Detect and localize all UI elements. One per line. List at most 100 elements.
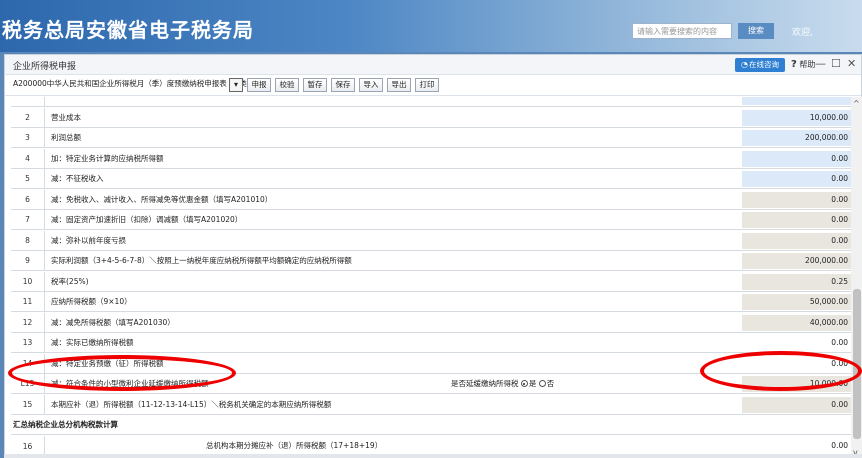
row-number: 13 bbox=[11, 333, 45, 353]
vertical-scrollbar[interactable]: ^ v bbox=[851, 97, 862, 458]
row-label: 营业成本 bbox=[51, 112, 81, 122]
row-value[interactable]: 10,000.00 bbox=[742, 376, 851, 392]
question-icon: ? bbox=[791, 59, 797, 70]
radio-yes[interactable] bbox=[520, 380, 528, 387]
table-row: 2 营业成本 10,000.00 bbox=[11, 107, 851, 128]
row-value[interactable]: 200,000.00 bbox=[742, 130, 851, 146]
online-consult-button[interactable]: ◔在线咨询 bbox=[735, 58, 785, 72]
row-value[interactable]: 0.00 bbox=[742, 232, 851, 249]
radio-no[interactable] bbox=[538, 380, 546, 387]
row-value[interactable]: 50,000.00 bbox=[742, 294, 851, 310]
scroll-up-icon[interactable]: ^ bbox=[853, 99, 860, 108]
row-number: 11 bbox=[11, 292, 45, 312]
row-number: 7 bbox=[11, 210, 45, 230]
row-label: 减：减免所得税额（填写A201030） bbox=[51, 317, 175, 327]
row-label: 应纳所得税额（9×10） bbox=[51, 297, 132, 306]
search-input[interactable]: 请输入需要搜索的内容 bbox=[632, 23, 732, 39]
table-row: 5 减：不征税收入 0.00 bbox=[11, 169, 851, 189]
site-title: 税务总局安徽省电子税务局 bbox=[2, 18, 254, 42]
online-consult-label: 在线咨询 bbox=[748, 60, 779, 69]
row-value[interactable] bbox=[742, 97, 851, 105]
table-row bbox=[11, 97, 851, 107]
row-number: 4 bbox=[11, 148, 45, 169]
row-label: 减：固定资产加速折旧（扣除）调减额（填写A201020） bbox=[51, 215, 243, 224]
site-banner: 税务总局安徽省电子税务局 请输入需要搜索的内容 搜索 欢迎, bbox=[0, 0, 862, 52]
row-value[interactable]: 0.00 bbox=[742, 355, 851, 372]
table-row: L15 减：符合条件的小型微利企业延缓缴纳所得税额 10,000.00 是否延缓缴纳所… bbox=[11, 374, 851, 394]
dialog-titlebar: 企业所得税申报 ◔在线咨询 ? 帮助 — ☐ ✕ bbox=[5, 55, 861, 75]
row-value[interactable]: 200,000.00 bbox=[742, 253, 851, 269]
table-row: 9 实际利润额（3+4-5-6-7-8）＼按照上一纳税年度应纳税所得额平均额确定的… bbox=[11, 251, 851, 271]
chevron-down-icon[interactable]: ▾ bbox=[229, 78, 243, 92]
welcome-text: 欢迎, bbox=[792, 28, 813, 38]
row-value[interactable]: 0.00 bbox=[742, 396, 851, 413]
row-label: 加：特定业务计算的应纳税所得额 bbox=[51, 153, 164, 163]
restore-icon[interactable]: ☐ bbox=[831, 57, 841, 70]
help-label: 帮助 bbox=[799, 60, 816, 69]
table-row: 13 减：实际已缴纳所得税额 0.00 bbox=[11, 333, 851, 353]
status-strip bbox=[4, 454, 862, 458]
section-heading: 汇总纳税企业总分机构税款计算 bbox=[11, 415, 851, 435]
table-row: 4 加：特定业务计算的应纳税所得额 0.00 bbox=[11, 148, 851, 169]
declaration-table: 2 营业成本 10,000.00 3 利润总额 200,000.00 4 加：特定业务计算的应… bbox=[5, 97, 851, 458]
tax-declaration-dialog: 企业所得税申报 ◔在线咨询 ? 帮助 — ☐ ✕ A200000中华人民共和国企… bbox=[4, 54, 862, 458]
help-button[interactable]: ? 帮助 bbox=[791, 59, 815, 70]
row-value[interactable]: 0.00 bbox=[742, 335, 851, 351]
table-row: 3 利润总额 200,000.00 bbox=[11, 128, 851, 148]
table-row: 14 减：特定业务预缴（征）所得税额 0.00 bbox=[11, 353, 851, 374]
validate-button[interactable]: 校验 bbox=[275, 78, 299, 92]
row-number: L15 bbox=[11, 374, 45, 394]
row-label: 本期应补（退）所得税额（11-12-13-14-L15）＼税务机关确定的本期应纳… bbox=[51, 399, 332, 409]
table-row: 11 应纳所得税额（9×10） 50,000.00 bbox=[11, 292, 851, 312]
row-number: 3 bbox=[11, 128, 45, 148]
radio-yes-label: 是 bbox=[528, 379, 537, 388]
row-value[interactable]: 0.00 bbox=[742, 191, 851, 208]
chat-icon: ◔ bbox=[741, 60, 748, 69]
row-number: 14 bbox=[11, 353, 45, 374]
radio-no-label: 否 bbox=[546, 379, 555, 388]
dialog-title: 企业所得税申报 bbox=[13, 62, 77, 72]
draft-save-button[interactable]: 暂存 bbox=[303, 78, 327, 92]
declare-button[interactable]: 申报 bbox=[247, 78, 271, 92]
row-number: 15 bbox=[11, 394, 45, 415]
row-label: 利润总额 bbox=[51, 133, 81, 142]
row-value[interactable]: 0.00 bbox=[742, 212, 851, 228]
row-value[interactable]: 0.25 bbox=[742, 273, 851, 290]
row-label: 实际利润额（3+4-5-6-7-8）＼按照上一纳税年度应纳税所得额平均额确定的应… bbox=[51, 256, 352, 265]
defer-tax-question: 是否延缓缴纳所得税 是 否 bbox=[451, 374, 554, 394]
defer-tax-label: 是否延缓缴纳所得税 bbox=[451, 379, 519, 388]
close-icon[interactable]: ✕ bbox=[847, 57, 856, 70]
row-label: 总机构本期分摊应补（退）所得税额（17+18+19） bbox=[206, 440, 383, 450]
save-button[interactable]: 保存 bbox=[331, 78, 355, 92]
table-row: 15 本期应补（退）所得税额（11-12-13-14-L15）＼税务机关确定的本期… bbox=[11, 394, 851, 415]
scrollbar-thumb[interactable] bbox=[853, 289, 861, 439]
row-number: 8 bbox=[11, 230, 45, 251]
row-number bbox=[11, 97, 45, 107]
minimize-icon[interactable]: — bbox=[815, 57, 826, 70]
row-value[interactable]: 40,000.00 bbox=[742, 314, 851, 331]
import-button[interactable]: 导入 bbox=[359, 78, 383, 92]
row-number: 9 bbox=[11, 251, 45, 271]
row-value[interactable]: 0.00 bbox=[742, 150, 851, 167]
table-row: 12 减：减免所得税额（填写A201030） 40,000.00 bbox=[11, 312, 851, 333]
form-toolbar: A200000中华人民共和国企业所得税月（季）度预缴纳税申报表（A类） ▾ 申报… bbox=[5, 75, 861, 96]
row-value[interactable]: 10,000.00 bbox=[742, 109, 851, 126]
table-row: 10 税率(25%) 0.25 bbox=[11, 271, 851, 292]
row-label: 减：特定业务预缴（征）所得税额 bbox=[51, 358, 164, 368]
row-value[interactable]: 0.00 bbox=[742, 437, 851, 454]
form-type-select[interactable]: A200000中华人民共和国企业所得税月（季）度预缴纳税申报表（A类） bbox=[11, 78, 256, 92]
table-row: 6 减：免税收入、减计收入、所得减免等优惠金额（填写A201010） 0.00 bbox=[11, 189, 851, 210]
row-number: 2 bbox=[11, 107, 45, 128]
row-label: 减：不征税收入 bbox=[51, 174, 104, 183]
row-label: 税率(25%) bbox=[51, 276, 89, 286]
row-label: 减：符合条件的小型微利企业延缓缴纳所得税额 bbox=[51, 379, 209, 388]
print-button[interactable]: 打印 bbox=[415, 78, 439, 92]
row-number: 5 bbox=[11, 169, 45, 189]
row-label: 减：弥补以前年度亏损 bbox=[51, 235, 126, 245]
export-button[interactable]: 导出 bbox=[387, 78, 411, 92]
row-number: 12 bbox=[11, 312, 45, 333]
search-button[interactable]: 搜索 bbox=[738, 23, 774, 39]
table-row: 7 减：固定资产加速折旧（扣除）调减额（填写A201020） 0.00 bbox=[11, 210, 851, 230]
row-label: 减：实际已缴纳所得税额 bbox=[51, 338, 134, 347]
row-value[interactable]: 0.00 bbox=[742, 171, 851, 187]
